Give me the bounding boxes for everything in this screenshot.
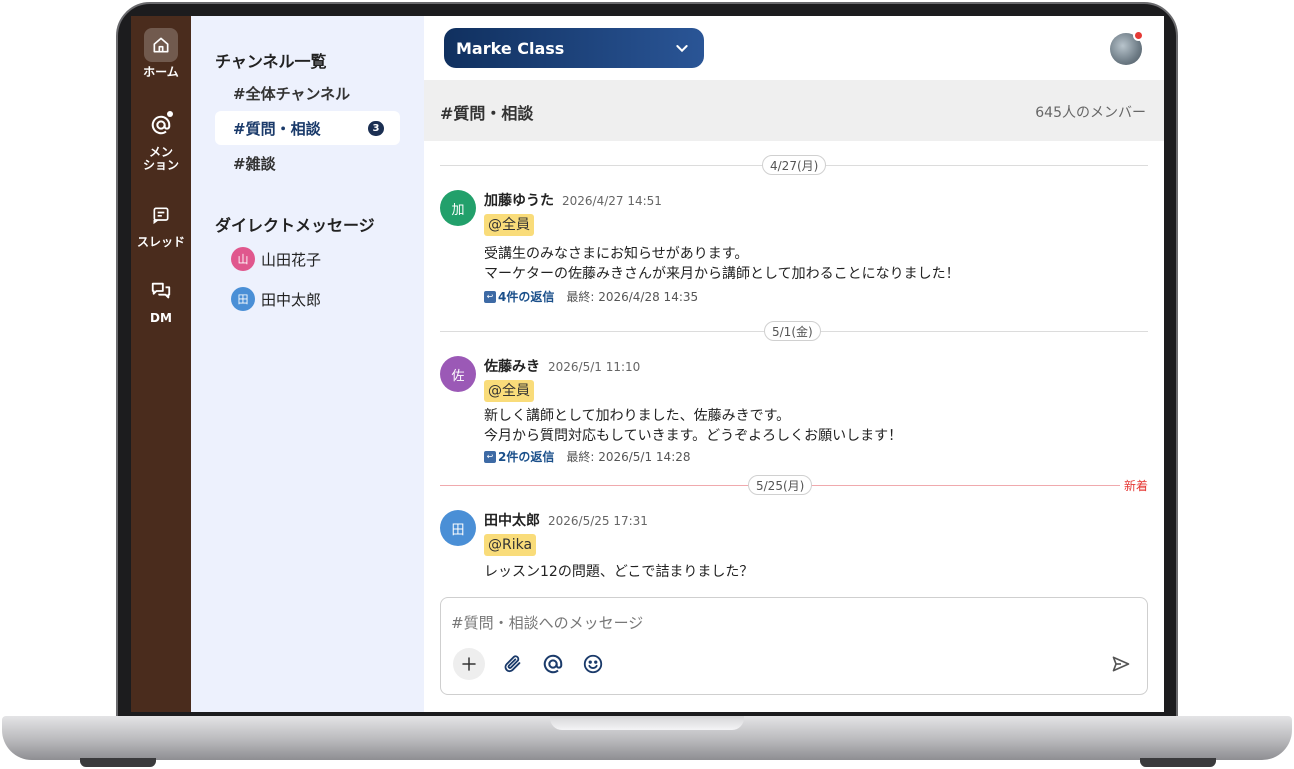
app-screen: ホーム メン ション スレッド DM チャンネル一覧 #全体チャンネル #質問・… <box>131 16 1164 712</box>
channels-title: チャンネル一覧 <box>215 52 327 71</box>
channel-item[interactable]: #雑談 <box>215 146 400 180</box>
rail-label-dm: DM <box>150 311 172 325</box>
thread-icon <box>144 198 178 232</box>
avatar: 加 <box>440 190 476 226</box>
message-header: 田中太郎 2026/5/25 17:31 <box>484 510 1144 530</box>
avatar: 佐 <box>440 356 476 392</box>
dm-item[interactable]: 田 田中太郎 <box>231 287 321 311</box>
new-label: 新着 <box>1119 477 1148 494</box>
message-line: 新しく講師として加わりました、佐藤みきです。 <box>484 408 791 424</box>
rail-label-mention-line2: ション <box>142 158 179 172</box>
home-icon <box>144 28 178 62</box>
member-count[interactable]: 645人のメンバー <box>1035 102 1146 122</box>
at-sign-icon <box>543 654 563 674</box>
sidebar: チャンネル一覧 #全体チャンネル #質問・相談 3 #雑談 ダイレクトメッセージ… <box>191 16 424 712</box>
channel-item[interactable]: #全体チャンネル <box>215 76 400 110</box>
class-name: Marke Class <box>456 38 565 58</box>
dm-item[interactable]: 山 山田花子 <box>231 247 321 271</box>
class-selector[interactable]: Marke Class <box>444 28 704 68</box>
channel-label: #質問・相談 <box>233 119 321 138</box>
channel-name: #質問・相談 <box>440 104 534 123</box>
message-time: 2026/5/25 17:31 <box>548 514 648 528</box>
message-author[interactable]: 加藤ゆうた <box>484 190 554 210</box>
reply-icon: ↩ <box>484 290 496 303</box>
message-input[interactable] <box>451 608 1131 638</box>
reply-row: ↩ 4件の返信 最終: 2026/4/28 14:35 <box>484 288 1144 305</box>
laptop-foot <box>1140 758 1216 767</box>
dm-name: 田中太郎 <box>261 290 322 309</box>
rail-label-home: ホーム <box>143 65 179 79</box>
avatar: 田 <box>440 510 476 546</box>
rail-item-mention[interactable]: メン ション <box>131 108 191 172</box>
reply-icon: ↩ <box>484 450 496 463</box>
rail-item-threads[interactable]: スレッド <box>131 198 191 249</box>
date-pill: 4/27(月) <box>762 155 827 175</box>
attach-button[interactable] <box>497 648 529 680</box>
channel-label: #全体チャンネル <box>233 84 351 103</box>
message-text: 新しく講師として加わりました、佐藤みきです。 今月から質問対応もしていきます。ど… <box>484 406 1144 446</box>
send-button[interactable] <box>1105 648 1137 680</box>
avatar: 田 <box>231 287 255 311</box>
reply-row: ↩ 2件の返信 最終: 2026/5/1 14:28 <box>484 448 1144 465</box>
date-divider: 5/1(金) <box>440 321 1148 341</box>
unread-dot <box>167 111 173 117</box>
date-pill: 5/25(月) <box>748 475 813 495</box>
unread-badge: 3 <box>368 121 384 136</box>
message-line: レッスン12の問題、どこで詰まりました？ <box>484 564 754 580</box>
message-body: 佐藤みき 2026/5/1 11:10 @全員 新しく講師として加わりました、佐… <box>484 356 1144 465</box>
nav-rail: ホーム メン ション スレッド DM <box>131 16 191 712</box>
mention-tag[interactable]: @全員 <box>484 380 534 402</box>
laptop-notch <box>550 716 744 730</box>
mention-button[interactable] <box>537 648 569 680</box>
message-body: 田中太郎 2026/5/25 17:31 @Rika レッスン12の問題、どこで… <box>484 510 1144 582</box>
dm-title: ダイレクトメッセージ <box>215 216 375 235</box>
paperclip-icon <box>504 655 521 673</box>
rail-item-home[interactable]: ホーム <box>131 28 191 79</box>
chat-bubbles-icon <box>144 274 178 308</box>
message-text: 受講生のみなさまにお知らせがあります。 マーケターの佐藤みきさんが来月から講師と… <box>484 244 1144 284</box>
message-composer <box>440 597 1148 695</box>
message-time: 2026/4/27 14:51 <box>562 194 662 208</box>
dm-name: 山田花子 <box>261 250 322 269</box>
message-line: 今月から質問対応もしていきます。どうぞよろしくお願いします！ <box>484 428 903 444</box>
smiley-icon <box>583 654 603 674</box>
date-divider: 4/27(月) <box>440 155 1148 175</box>
main-panel: Marke Class #質問・相談 645人のメンバー 4/27(月) 加 加… <box>424 16 1164 712</box>
add-button[interactable] <box>453 648 485 680</box>
rail-label-threads: スレッド <box>136 235 185 249</box>
laptop-foot <box>80 758 156 767</box>
avatar: 山 <box>231 247 255 271</box>
reply-last-time: 最終: 2026/4/28 14:35 <box>566 290 699 304</box>
send-icon <box>1112 656 1130 672</box>
rail-label-mention: メン ション <box>143 146 179 172</box>
message-line: マーケターの佐藤みきさんが来月から講師として加わることになりました！ <box>484 266 960 282</box>
date-pill: 5/1(金) <box>764 321 821 341</box>
channel-label: #雑談 <box>233 154 276 173</box>
message-header: 佐藤みき 2026/5/1 11:10 <box>484 356 1144 376</box>
mention-tag[interactable]: @全員 <box>484 214 534 236</box>
message-time: 2026/5/1 11:10 <box>548 360 641 374</box>
new-messages-divider: 5/25(月) 新着 <box>440 475 1148 495</box>
message-text: レッスン12の問題、どこで詰まりました？ <box>484 562 1144 582</box>
at-sign-icon <box>144 108 178 142</box>
reply-last-time: 最終: 2026/5/1 14:28 <box>566 450 691 464</box>
topbar: Marke Class <box>424 16 1164 80</box>
channel-item-active[interactable]: #質問・相談 3 <box>215 111 400 145</box>
reply-count-link[interactable]: 4件の返信 <box>498 288 554 305</box>
emoji-button[interactable] <box>577 648 609 680</box>
notification-dot <box>1133 30 1144 41</box>
mention-tag[interactable]: @Rika <box>484 534 537 556</box>
plus-icon <box>462 657 476 671</box>
message-author[interactable]: 田中太郎 <box>484 510 540 530</box>
reply-count-link[interactable]: 2件の返信 <box>498 448 554 465</box>
message-author[interactable]: 佐藤みき <box>484 356 540 376</box>
message-line: 受講生のみなさまにお知らせがあります。 <box>484 246 749 262</box>
message-header: 加藤ゆうた 2026/4/27 14:51 <box>484 190 1144 210</box>
message-body: 加藤ゆうた 2026/4/27 14:51 @全員 受講生のみなさまにお知らせが… <box>484 190 1144 305</box>
channel-header: #質問・相談 645人のメンバー <box>424 80 1164 141</box>
chevron-down-icon <box>676 45 688 53</box>
rail-item-dm[interactable]: DM <box>131 274 191 325</box>
